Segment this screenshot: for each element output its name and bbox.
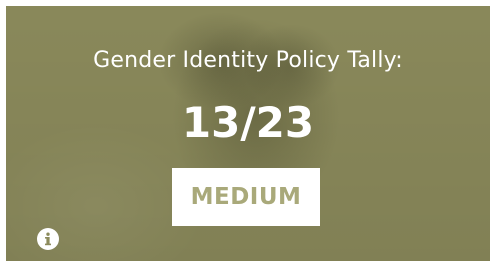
info-glyph — [45, 232, 51, 246]
rating-label: MEDIUM — [190, 184, 302, 210]
tally-title: Gender Identity Policy Tally: — [93, 48, 403, 73]
info-icon[interactable] — [37, 228, 59, 250]
tally-score: 13/23 — [181, 98, 315, 147]
rating-badge: MEDIUM — [172, 168, 320, 226]
policy-tally-card: Gender Identity Policy Tally: 13/23 MEDI… — [6, 6, 490, 261]
